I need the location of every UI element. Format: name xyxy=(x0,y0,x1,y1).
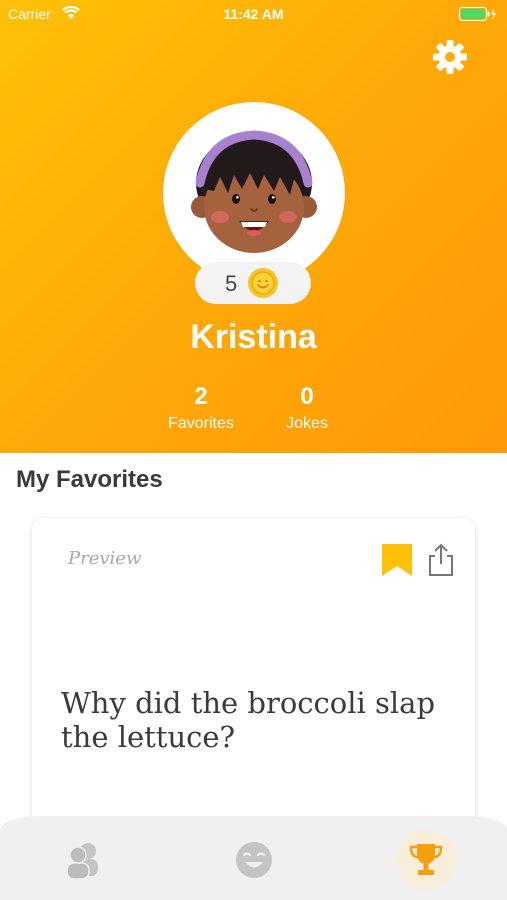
joke-card[interactable]: Preview Why did the broccoli slap the le… xyxy=(32,518,475,858)
avatar-frame[interactable] xyxy=(163,102,345,284)
favorites-stat[interactable]: 2 Favorites xyxy=(151,383,251,433)
joke-text: Why did the broccoli slap the lettuce? xyxy=(61,686,436,754)
profile-header: Carrier 11:42 AM 5 Kristina 2 Favorites … xyxy=(0,0,507,453)
user-name: Kristina xyxy=(190,318,317,356)
jokes-label: Jokes xyxy=(286,415,328,432)
trophy-icon xyxy=(409,844,443,875)
coin-balance: 5 xyxy=(195,262,311,304)
settings-button[interactable] xyxy=(432,39,468,75)
avatar xyxy=(191,130,317,253)
jokes-count: 0 xyxy=(300,383,314,410)
laughing-face-icon xyxy=(236,842,272,878)
battery-icon xyxy=(459,7,496,21)
tab-bar xyxy=(0,816,507,900)
coin-icon xyxy=(248,268,278,298)
gear-icon xyxy=(433,40,467,74)
section-title: My Favorites xyxy=(16,466,163,493)
share-button[interactable] xyxy=(426,542,456,578)
preview-badge: Preview xyxy=(68,548,142,569)
share-icon xyxy=(429,543,453,576)
friends-icon xyxy=(66,843,98,880)
bookmark-icon xyxy=(382,544,412,576)
status-time: 11:42 AM xyxy=(223,6,284,22)
tab-trophy[interactable] xyxy=(396,830,456,890)
tab-jokes[interactable] xyxy=(224,830,284,890)
favorites-count: 2 xyxy=(194,383,208,410)
favorites-label: Favorites xyxy=(168,415,234,432)
status-bar: Carrier 11:42 AM xyxy=(0,0,507,28)
jokes-stat[interactable]: 0 Jokes xyxy=(257,383,357,433)
bookmark-button[interactable] xyxy=(380,542,414,578)
tab-friends[interactable] xyxy=(53,830,113,890)
coin-count: 5 xyxy=(225,271,238,296)
